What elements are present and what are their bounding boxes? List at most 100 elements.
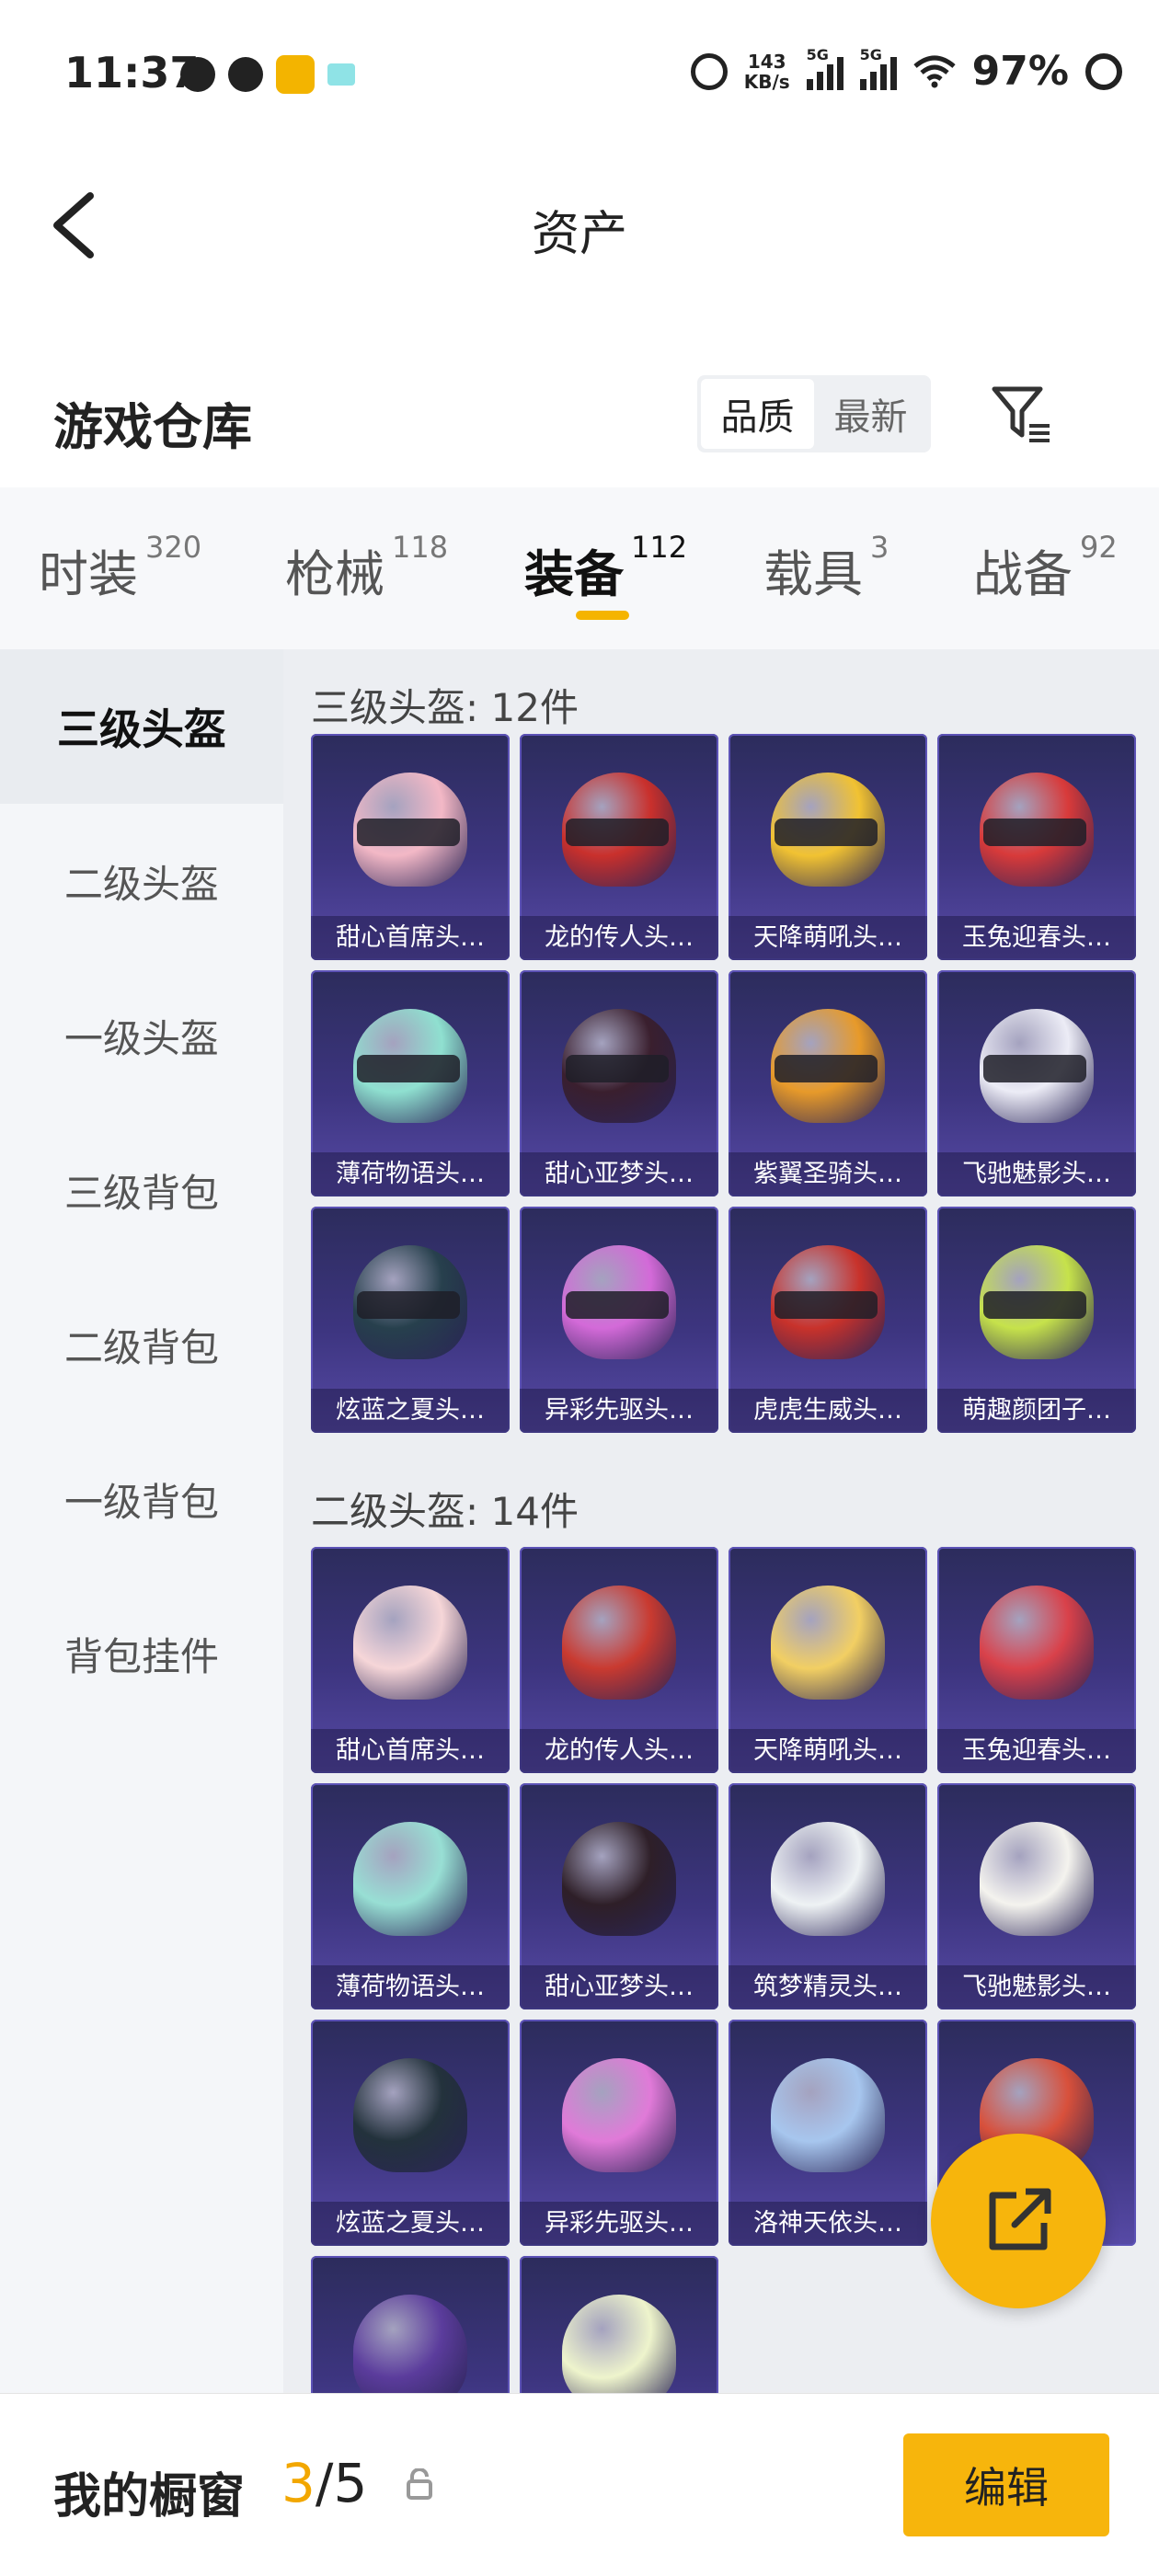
helmet-card[interactable]: 筑梦精灵头… — [729, 1783, 927, 2009]
lock-icon — [407, 2468, 432, 2500]
helmet-visor — [566, 819, 669, 846]
item-name: 天降萌吼头… — [729, 1729, 927, 1773]
helmet-card[interactable]: 龙的传人头… — [520, 1547, 718, 1773]
sidebar-item-level2-helmet[interactable]: 二级头盔 — [0, 804, 283, 958]
sidebar-item-level2-backpack[interactable]: 二级背包 — [0, 1267, 283, 1422]
alarm-icon — [690, 52, 728, 90]
sidebar-item-level3-backpack[interactable]: 三级背包 — [0, 1113, 283, 1267]
helmet-visor — [357, 1291, 460, 1319]
helmet-card[interactable]: 薄荷物语头… — [311, 970, 510, 1196]
page-title: 资产 — [531, 207, 627, 262]
sort-toggle: 品质 最新 — [697, 375, 931, 452]
wifi-icon — [913, 55, 956, 87]
helmet-card[interactable]: 玉兔迎春头… — [937, 1547, 1136, 1773]
item-name: 龙的传人头… — [520, 916, 718, 960]
showcase-count: 3/5 — [281, 2452, 368, 2514]
item-grid-area: 三级头盔: 12件 甜心首席头… 龙的传人头… 天降萌吼头… 玉兔迎春头… 薄荷物语头…… — [283, 649, 1159, 2393]
app-notification-icon — [180, 57, 215, 92]
sidebar-item-level1-helmet[interactable]: 一级头盔 — [0, 958, 283, 1113]
signal-icon: 5G — [806, 46, 843, 90]
status-bar: 11:37 143 KB/s 5G 5G 97% — [0, 0, 1159, 147]
notification-icons — [180, 55, 355, 94]
tab-equipment[interactable]: 装备 112 — [524, 530, 687, 606]
item-name: 薄荷物语头… — [311, 1152, 510, 1196]
helmet-visor — [983, 1055, 1086, 1082]
helmet-image — [771, 2058, 885, 2172]
network-speed: 143 KB/s — [743, 50, 790, 93]
share-button[interactable] — [931, 2134, 1106, 2308]
helmet-card[interactable]: 天降萌吼头… — [729, 734, 927, 960]
share-icon — [989, 2188, 1051, 2250]
helmet-card[interactable] — [520, 2256, 718, 2393]
helmet-card[interactable]: 玉兔迎春头… — [937, 734, 1136, 960]
helmet-visor — [983, 1291, 1086, 1319]
item-name: 飞驰魅影头… — [937, 1965, 1136, 2009]
helmet-image — [771, 1822, 885, 1936]
helmet-visor — [357, 819, 460, 846]
helmet-card[interactable]: 洛神天依头… — [729, 2020, 927, 2246]
helmet-card[interactable]: 甜心首席头… — [311, 1547, 510, 1773]
battery-icon — [1085, 52, 1122, 90]
helmet-visor — [983, 819, 1086, 846]
showcase-title: 我的橱窗 — [53, 2469, 246, 2524]
helmet-image — [353, 2058, 467, 2172]
filter-icon[interactable] — [989, 382, 1053, 446]
edit-button[interactable]: 编辑 — [903, 2433, 1109, 2536]
item-name: 甜心首席头… — [311, 916, 510, 960]
item-name: 飞驰魅影头… — [937, 1152, 1136, 1196]
app-notification-icon — [276, 55, 315, 94]
tab-supplies[interactable]: 战备 92 — [973, 530, 1118, 606]
item-name: 薄荷物语头… — [311, 1965, 510, 2009]
section-title: 二级头盔: 14件 — [311, 1489, 579, 1534]
helmet-image — [353, 1822, 467, 1936]
helmet-card[interactable]: 异彩先驱头… — [520, 2020, 718, 2246]
helmet-visor — [566, 1291, 669, 1319]
item-name: 玉兔迎春头… — [937, 1729, 1136, 1773]
helmet-image — [562, 1822, 676, 1936]
sidebar-item-level3-helmet[interactable]: 三级头盔 — [0, 649, 283, 804]
helmet-card[interactable]: 天降萌吼头… — [729, 1547, 927, 1773]
helmet-card[interactable]: 甜心亚梦头… — [520, 970, 718, 1196]
helmet-card[interactable]: 紫翼圣骑头… — [729, 970, 927, 1196]
helmet-card[interactable]: 甜心亚梦头… — [520, 1783, 718, 2009]
helmet-image — [353, 1586, 467, 1700]
helmet-image — [562, 1586, 676, 1700]
item-name: 甜心亚梦头… — [520, 1965, 718, 2009]
system-status: 143 KB/s 5G 5G 97% — [690, 46, 1122, 95]
item-name: 天降萌吼头… — [729, 916, 927, 960]
item-name: 龙的传人头… — [520, 1729, 718, 1773]
app-notification-icon — [228, 57, 263, 92]
helmet-card[interactable]: 飞驰魅影头… — [937, 970, 1136, 1196]
status-time: 11:37 — [64, 48, 200, 97]
battery-percent: 97% — [971, 48, 1069, 95]
helmet-card[interactable]: 虎虎生威头… — [729, 1207, 927, 1433]
helmet-visor — [357, 1055, 460, 1082]
item-name: 甜心首席头… — [311, 1729, 510, 1773]
tab-fashion[interactable]: 时装 320 — [39, 530, 201, 606]
item-name: 甜心亚梦头… — [520, 1152, 718, 1196]
helmet-card[interactable]: 甜心首席头… — [311, 734, 510, 960]
signal-icon: 5G — [859, 46, 897, 90]
sort-by-newest[interactable]: 最新 — [814, 379, 927, 449]
active-tab-indicator — [576, 611, 629, 620]
helmet-card[interactable] — [311, 2256, 510, 2393]
helmet-card[interactable]: 飞驰魅影头… — [937, 1783, 1136, 2009]
helmet-card[interactable]: 炫蓝之夏头… — [311, 1207, 510, 1433]
sort-by-quality[interactable]: 品质 — [701, 379, 814, 449]
helmet-card[interactable]: 龙的传人头… — [520, 734, 718, 960]
item-name: 炫蓝之夏头… — [311, 1389, 510, 1433]
item-name: 筑梦精灵头… — [729, 1965, 927, 2009]
helmet-image — [562, 2058, 676, 2172]
helmet-card[interactable]: 异彩先驱头… — [520, 1207, 718, 1433]
helmet-card[interactable]: 炫蓝之夏头… — [311, 2020, 510, 2246]
helmet-card[interactable]: 薄荷物语头… — [311, 1783, 510, 2009]
item-name: 玉兔迎春头… — [937, 916, 1136, 960]
helmet-image — [353, 2295, 467, 2393]
sidebar-item-backpack-charm[interactable]: 背包挂件 — [0, 1576, 283, 1731]
helmet-card[interactable]: 萌趣颜团子… — [937, 1207, 1136, 1433]
tab-vehicles[interactable]: 载具 3 — [763, 530, 889, 606]
app-notification-icon — [327, 63, 355, 86]
sidebar-item-level1-backpack[interactable]: 一级背包 — [0, 1422, 283, 1576]
helmet-image — [980, 1822, 1094, 1936]
tab-firearms[interactable]: 枪械 118 — [285, 530, 448, 606]
